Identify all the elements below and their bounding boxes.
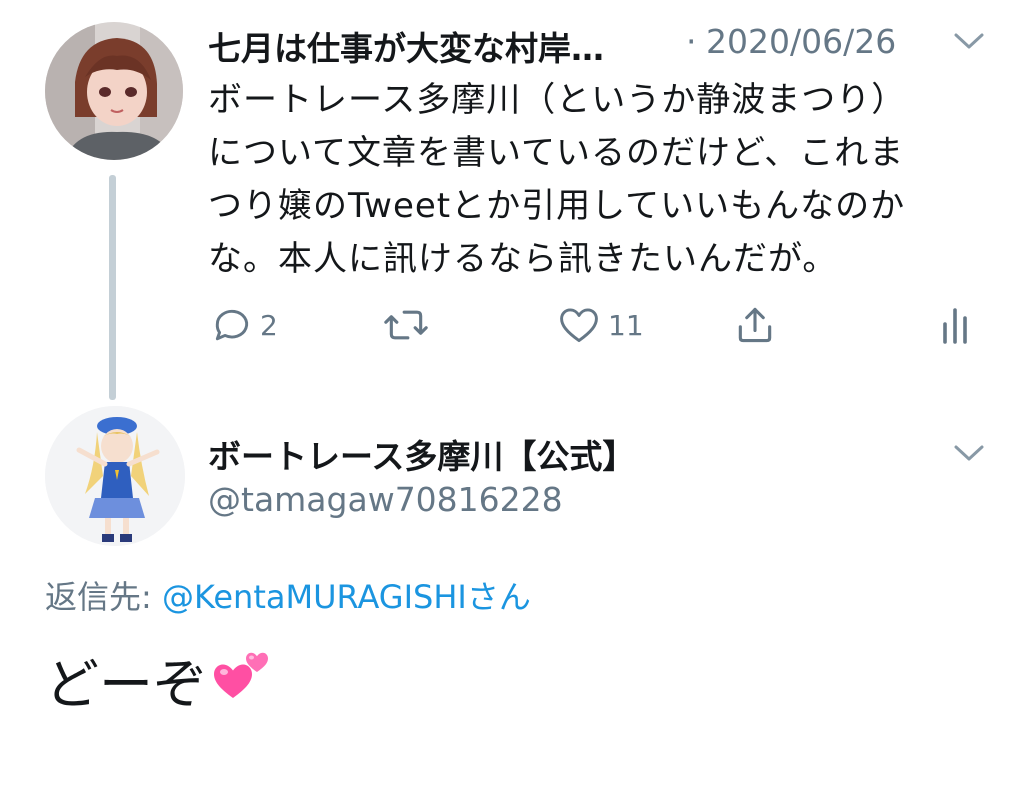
reply-button[interactable]: 2 (210, 303, 278, 347)
tweet-text-line: について文章を書いているのだけど、これま (208, 133, 905, 173)
two-hearts-emoji-icon (211, 642, 273, 717)
tweet-text-line: つり嬢のTweetとか引用していいもんなのか (208, 186, 906, 226)
reply-to-user: @KentaMURAGISHI (161, 578, 467, 616)
reply-count: 2 (260, 308, 278, 342)
avatar-illustration-icon (45, 22, 183, 160)
tweet-date[interactable]: 2020/06/26 (706, 22, 896, 61)
share-button[interactable] (733, 303, 777, 347)
thread-connector-line (109, 175, 116, 400)
reply-tweet-text: どーぞ (45, 640, 273, 719)
reply-icon (215, 309, 249, 341)
reply-to-line: 返信先: @KentaMURAGISHIさん (45, 572, 531, 618)
analytics-button[interactable] (940, 306, 970, 346)
reply-avatar[interactable] (45, 406, 185, 546)
heart-icon (560, 308, 598, 343)
parent-avatar[interactable] (45, 22, 183, 160)
retweet-icon (384, 310, 428, 340)
reply-display-name[interactable]: ボートレース多摩川【公式】 (208, 430, 635, 478)
reply-to-suffix: さん (466, 578, 531, 616)
parent-display-name[interactable]: 七月は仕事が大変な村岸… (208, 22, 604, 70)
reply-to-label: 返信先: (45, 578, 162, 616)
like-count: 11 (608, 308, 644, 342)
reply-more-chevron-icon[interactable] (952, 442, 986, 468)
like-button[interactable]: 11 (556, 303, 644, 347)
parent-tweet-text: ボートレース多摩川（というか静波まつり） について文章を書いているのだけど、これ… (208, 74, 998, 286)
share-icon (738, 307, 772, 343)
reply-to-mention-link[interactable]: @KentaMURAGISHIさん (162, 578, 531, 616)
reply-handle[interactable]: @tamagaw70816228 (208, 480, 563, 519)
reply-text: どーぞ (45, 653, 207, 716)
retweet-button[interactable] (382, 303, 436, 347)
tweet-text-line: な。本人に訊けるなら訊きたいんだが。 (208, 239, 838, 279)
analytics-icon (943, 308, 967, 344)
avatar-illustration-icon (45, 406, 185, 546)
tweet-text-line: ボートレース多摩川（というか静波まつり） (208, 80, 907, 120)
tweet-separator: · (686, 22, 697, 61)
parent-more-chevron-icon[interactable] (952, 30, 986, 56)
